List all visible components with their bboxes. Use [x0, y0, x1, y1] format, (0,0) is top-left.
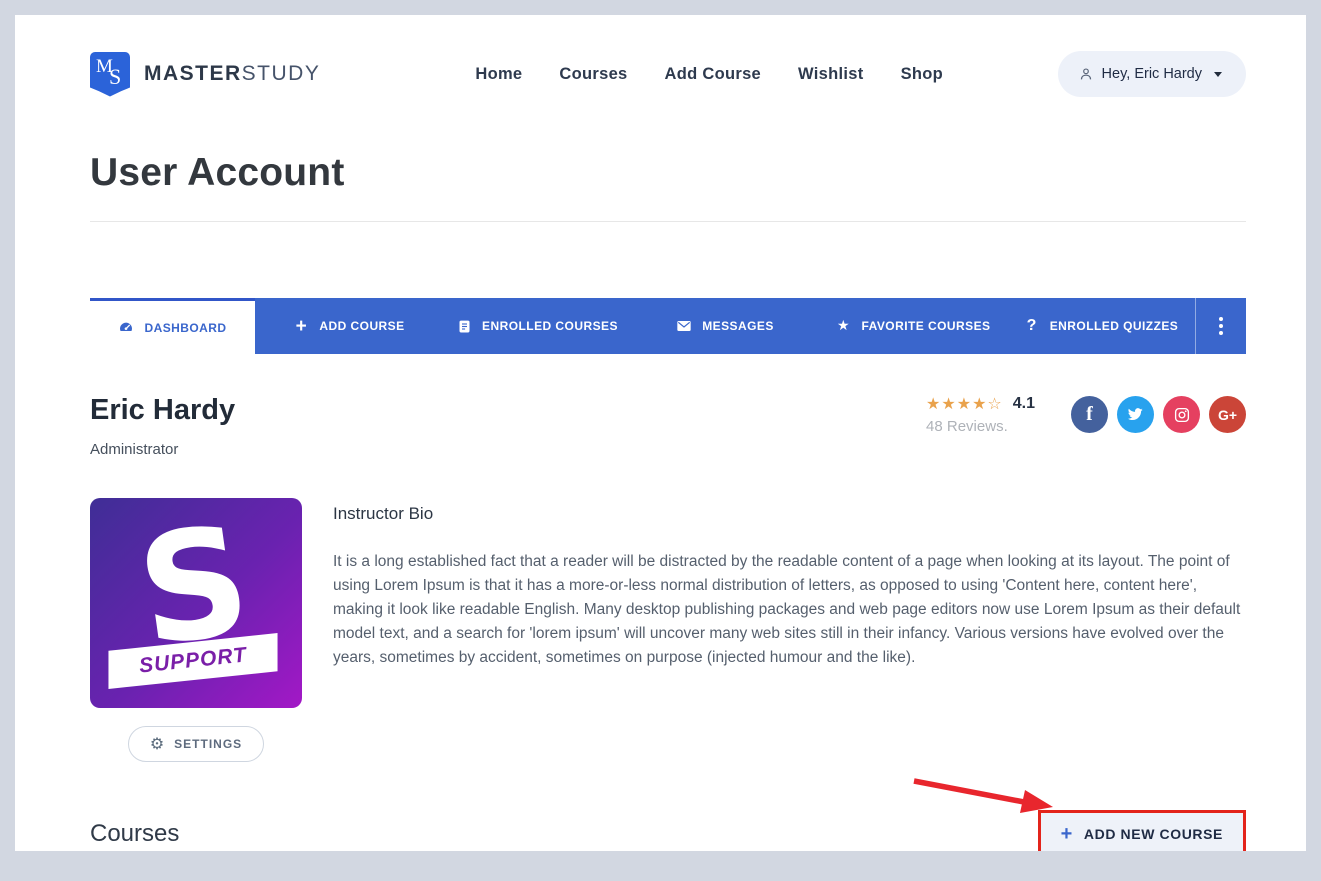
- twitter-icon[interactable]: [1117, 396, 1154, 433]
- vertical-ellipsis-icon: [1219, 317, 1223, 321]
- user-menu-button[interactable]: Hey, Eric Hardy: [1058, 51, 1246, 97]
- tab-dashboard[interactable]: DASHBOARD: [90, 298, 255, 354]
- brand-bold: MASTER: [144, 62, 242, 85]
- envelope-icon: [676, 318, 692, 334]
- plus-icon: +: [293, 318, 309, 334]
- profile-name: Eric Hardy: [90, 394, 235, 427]
- person-icon: [1078, 66, 1094, 82]
- logo-shield-icon: M S: [90, 52, 130, 97]
- tab-more-button[interactable]: [1195, 298, 1246, 354]
- add-new-course-button[interactable]: + ADD NEW COURSE: [1038, 810, 1246, 851]
- tab-label: ENROLLED COURSES: [482, 319, 618, 333]
- nav-item-courses[interactable]: Courses: [559, 65, 627, 84]
- tab-favorite-courses[interactable]: ★ FAVORITE COURSES: [819, 298, 1007, 354]
- plus-icon: +: [1061, 826, 1073, 842]
- page-title: User Account: [15, 151, 1306, 195]
- chevron-down-icon: [1214, 72, 1222, 77]
- site-header: M S MASTERSTUDY Home Courses Add Course …: [15, 15, 1306, 107]
- tab-label: ENROLLED QUIZZES: [1050, 319, 1179, 333]
- bio-text: It is a long established fact that a rea…: [333, 550, 1244, 670]
- star-rating-icons: ★★★★☆: [926, 394, 1003, 413]
- facebook-icon[interactable]: f: [1071, 396, 1108, 433]
- avatar-banner: SUPPORT: [108, 633, 277, 689]
- tab-label: MESSAGES: [702, 319, 774, 333]
- account-tabs: DASHBOARD + ADD COURSE ENROLLED COURSES: [90, 298, 1246, 354]
- courses-heading: Courses: [90, 820, 179, 848]
- google-plus-icon[interactable]: G+: [1209, 396, 1246, 433]
- profile-header: Eric Hardy Administrator ★★★★☆ 4.1 48 Re…: [15, 394, 1306, 458]
- settings-button[interactable]: ⚙ SETTINGS: [128, 726, 264, 762]
- dashboard-gauge-icon: [118, 320, 134, 336]
- instructor-rating: ★★★★☆ 4.1 48 Reviews.: [926, 394, 1035, 435]
- question-icon: ?: [1024, 318, 1040, 334]
- social-links: f G+: [1071, 396, 1246, 433]
- profile-identity: Eric Hardy Administrator: [90, 394, 235, 458]
- instructor-avatar: S SUPPORT: [90, 498, 302, 708]
- main-nav: Home Courses Add Course Wishlist Shop: [475, 65, 943, 84]
- user-menu-label: Hey, Eric Hardy: [1102, 66, 1202, 82]
- tab-enrolled-quizzes[interactable]: ? ENROLLED QUIZZES: [1007, 298, 1195, 354]
- brand-wordmark: MASTERSTUDY: [144, 62, 320, 86]
- user-account-page: M S MASTERSTUDY Home Courses Add Course …: [15, 15, 1306, 851]
- instagram-icon[interactable]: [1163, 396, 1200, 433]
- tab-label: ADD COURSE: [319, 319, 404, 333]
- tab-label: DASHBOARD: [144, 321, 226, 335]
- title-divider: [90, 221, 1246, 222]
- settings-button-label: SETTINGS: [174, 737, 242, 751]
- brand-light: STUDY: [242, 62, 321, 85]
- tab-add-course[interactable]: + ADD COURSE: [255, 298, 443, 354]
- nav-item-add-course[interactable]: Add Course: [665, 65, 762, 84]
- logo-shield-letter-s: S: [109, 64, 121, 90]
- profile-role: Administrator: [90, 441, 235, 458]
- rating-value: 4.1: [1013, 395, 1035, 413]
- nav-item-shop[interactable]: Shop: [901, 65, 943, 84]
- nav-item-home[interactable]: Home: [475, 65, 522, 84]
- tab-enrolled-courses[interactable]: ENROLLED COURSES: [443, 298, 631, 354]
- nav-item-wishlist[interactable]: Wishlist: [798, 65, 864, 84]
- star-icon: ★: [836, 318, 852, 334]
- tab-messages[interactable]: MESSAGES: [631, 298, 819, 354]
- courses-section-header: Courses + ADD NEW COURSE: [15, 810, 1306, 851]
- tab-label: FAVORITE COURSES: [862, 319, 991, 333]
- bio-heading: Instructor Bio: [333, 504, 1244, 524]
- add-new-course-label: ADD NEW COURSE: [1084, 826, 1223, 842]
- masterstudy-logo[interactable]: M S MASTERSTUDY: [90, 52, 320, 97]
- reviews-count: 48 Reviews.: [926, 418, 1035, 435]
- bio-section: S SUPPORT ⚙ SETTINGS Instructor Bio It i…: [15, 498, 1306, 762]
- book-icon: [456, 318, 472, 334]
- gear-icon: ⚙: [150, 736, 165, 752]
